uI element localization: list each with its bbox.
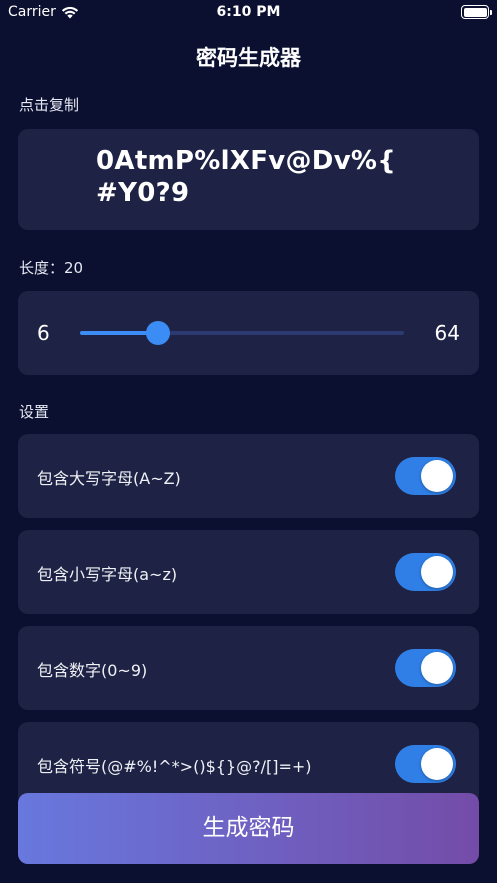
option-uppercase: 包含大写字母(A~Z) <box>18 434 479 518</box>
status-time: 6:10 PM <box>216 4 281 20</box>
symbols-toggle[interactable] <box>395 745 456 783</box>
lowercase-toggle[interactable] <box>395 553 456 591</box>
toggle-knob <box>421 748 453 780</box>
slider-thumb[interactable] <box>146 321 171 345</box>
toggle-knob <box>421 652 453 684</box>
password-line-1: 0AtmP%lXFv@Dv%{ <box>96 146 397 176</box>
length-slider-card: 6 64 <box>18 291 479 375</box>
digits-toggle[interactable] <box>395 649 456 687</box>
generate-password-button[interactable]: 生成密码 <box>18 793 479 864</box>
length-slider[interactable] <box>80 321 404 345</box>
option-lowercase: 包含小写字母(a~z) <box>18 530 479 614</box>
slider-max-value: 64 <box>434 321 460 345</box>
length-label: 长度：20 <box>19 259 84 277</box>
password-display[interactable]: 0AtmP%lXFv@Dv%{ #Y0?9 <box>18 129 479 230</box>
toggle-knob <box>421 460 453 492</box>
uppercase-toggle[interactable] <box>395 457 456 495</box>
battery-icon <box>461 5 492 19</box>
password-generator-screen: Carrier 6:10 PM 密码生成器 点击复制 0AtmP%lXFv@Dv… <box>0 0 497 883</box>
page-title: 密码生成器 <box>196 46 301 70</box>
copy-hint-label: 点击复制 <box>19 96 80 114</box>
option-label: 包含数字(0~9) <box>37 661 148 680</box>
option-label: 包含大写字母(A~Z) <box>37 469 181 488</box>
password-line-2: #Y0?9 <box>96 178 190 208</box>
option-label: 包含小写字母(a~z) <box>37 565 178 584</box>
toggle-knob <box>421 556 453 588</box>
status-bar: Carrier 6:10 PM <box>0 0 497 26</box>
option-digits: 包含数字(0~9) <box>18 626 479 710</box>
settings-label: 设置 <box>19 403 50 421</box>
option-label: 包含符号(@#%!^*>()${}@?/[]=+) <box>37 757 312 776</box>
slider-min-value: 6 <box>37 321 50 345</box>
